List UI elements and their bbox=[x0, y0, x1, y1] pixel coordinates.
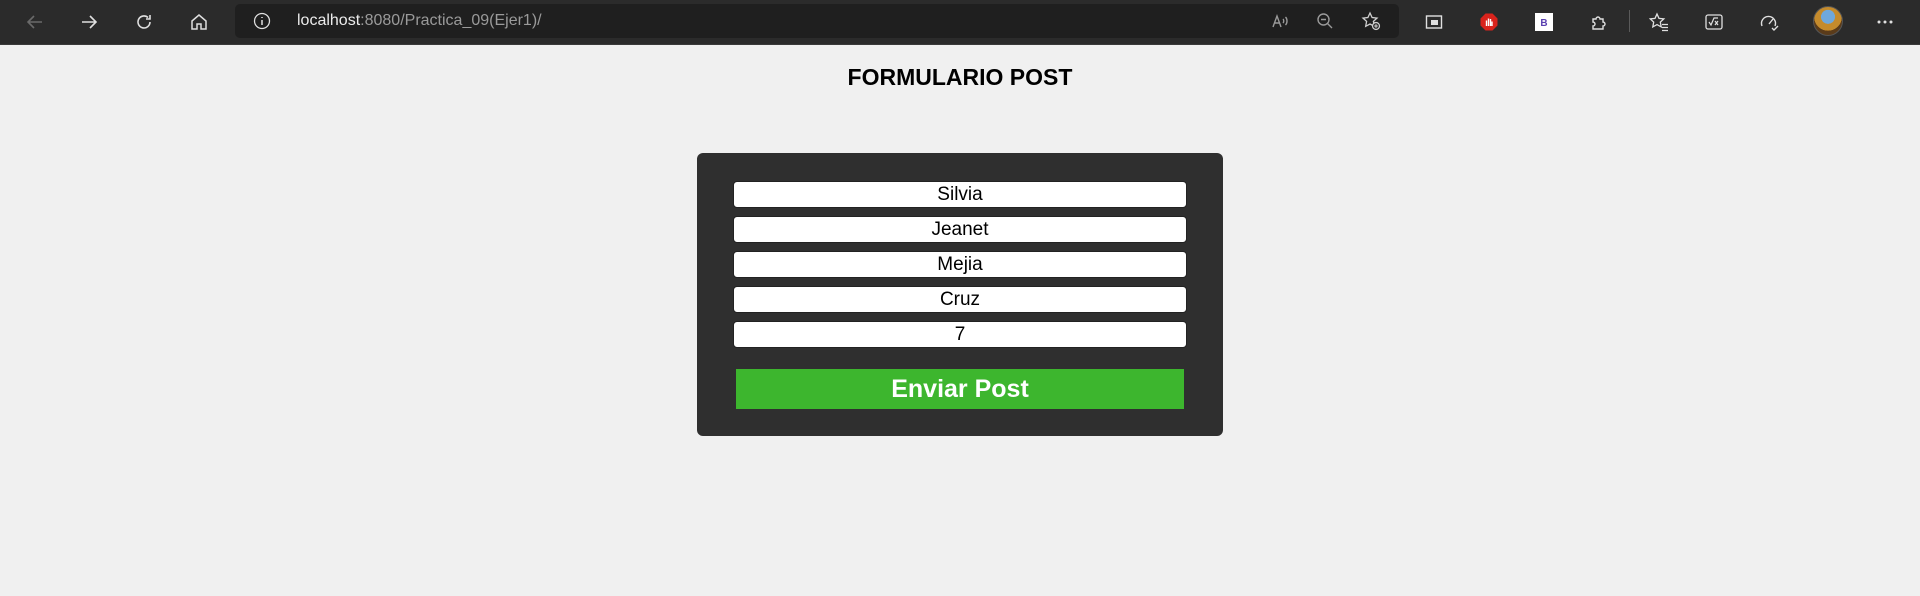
favorites-icon bbox=[1649, 12, 1668, 32]
sidebar-button[interactable] bbox=[1418, 6, 1450, 38]
home-button[interactable] bbox=[183, 6, 215, 38]
submit-post-button[interactable]: Enviar Post bbox=[736, 369, 1184, 409]
info-icon[interactable] bbox=[253, 12, 271, 30]
sidebar-icon bbox=[1425, 15, 1443, 29]
settings-more-icon bbox=[1877, 20, 1893, 24]
profile-avatar[interactable] bbox=[1813, 6, 1843, 36]
url-path: :8080/Practica_09(Ejer1)/ bbox=[360, 12, 542, 29]
forward-icon bbox=[82, 15, 98, 29]
home-icon bbox=[191, 14, 207, 30]
bootstrap-extension-button[interactable]: B bbox=[1528, 6, 1560, 38]
field-5-input[interactable] bbox=[733, 321, 1187, 348]
field-3-input[interactable] bbox=[733, 251, 1187, 278]
math-solver-icon bbox=[1705, 14, 1723, 30]
field-2-input[interactable] bbox=[733, 216, 1187, 243]
settings-more-button[interactable] bbox=[1869, 6, 1901, 38]
post-form: Enviar Post bbox=[697, 153, 1223, 436]
refresh-button[interactable] bbox=[128, 6, 160, 38]
address-bar[interactable]: localhost:8080/Practica_09(Ejer1)/ bbox=[235, 4, 1399, 38]
toolbar-divider bbox=[1629, 10, 1630, 32]
url-text[interactable]: localhost:8080/Practica_09(Ejer1)/ bbox=[297, 12, 542, 30]
adblock-icon bbox=[1480, 13, 1498, 31]
browser-toolbar: localhost:8080/Practica_09(Ejer1)/ B bbox=[0, 0, 1920, 45]
refresh-icon bbox=[137, 15, 151, 29]
svg-text:B: B bbox=[1540, 18, 1547, 29]
performance-button[interactable] bbox=[1753, 6, 1785, 38]
adblock-button[interactable] bbox=[1473, 6, 1505, 38]
add-favorite-icon[interactable] bbox=[1359, 9, 1383, 33]
zoom-out-icon[interactable] bbox=[1313, 9, 1337, 33]
extensions-icon bbox=[1592, 16, 1606, 30]
math-solver-button[interactable] bbox=[1698, 6, 1730, 38]
url-host: localhost bbox=[297, 12, 361, 29]
read-aloud-icon[interactable] bbox=[1268, 9, 1292, 33]
page-title: FORMULARIO POST bbox=[847, 64, 1073, 90]
back-icon bbox=[26, 15, 42, 29]
back-button[interactable] bbox=[19, 6, 51, 38]
extensions-button[interactable] bbox=[1583, 6, 1615, 38]
favorites-button[interactable] bbox=[1643, 6, 1675, 38]
bootstrap-extension-icon: B bbox=[1535, 13, 1553, 31]
performance-icon bbox=[1760, 15, 1779, 31]
field-1-input[interactable] bbox=[733, 181, 1187, 208]
forward-button[interactable] bbox=[73, 6, 105, 38]
field-4-input[interactable] bbox=[733, 286, 1187, 313]
